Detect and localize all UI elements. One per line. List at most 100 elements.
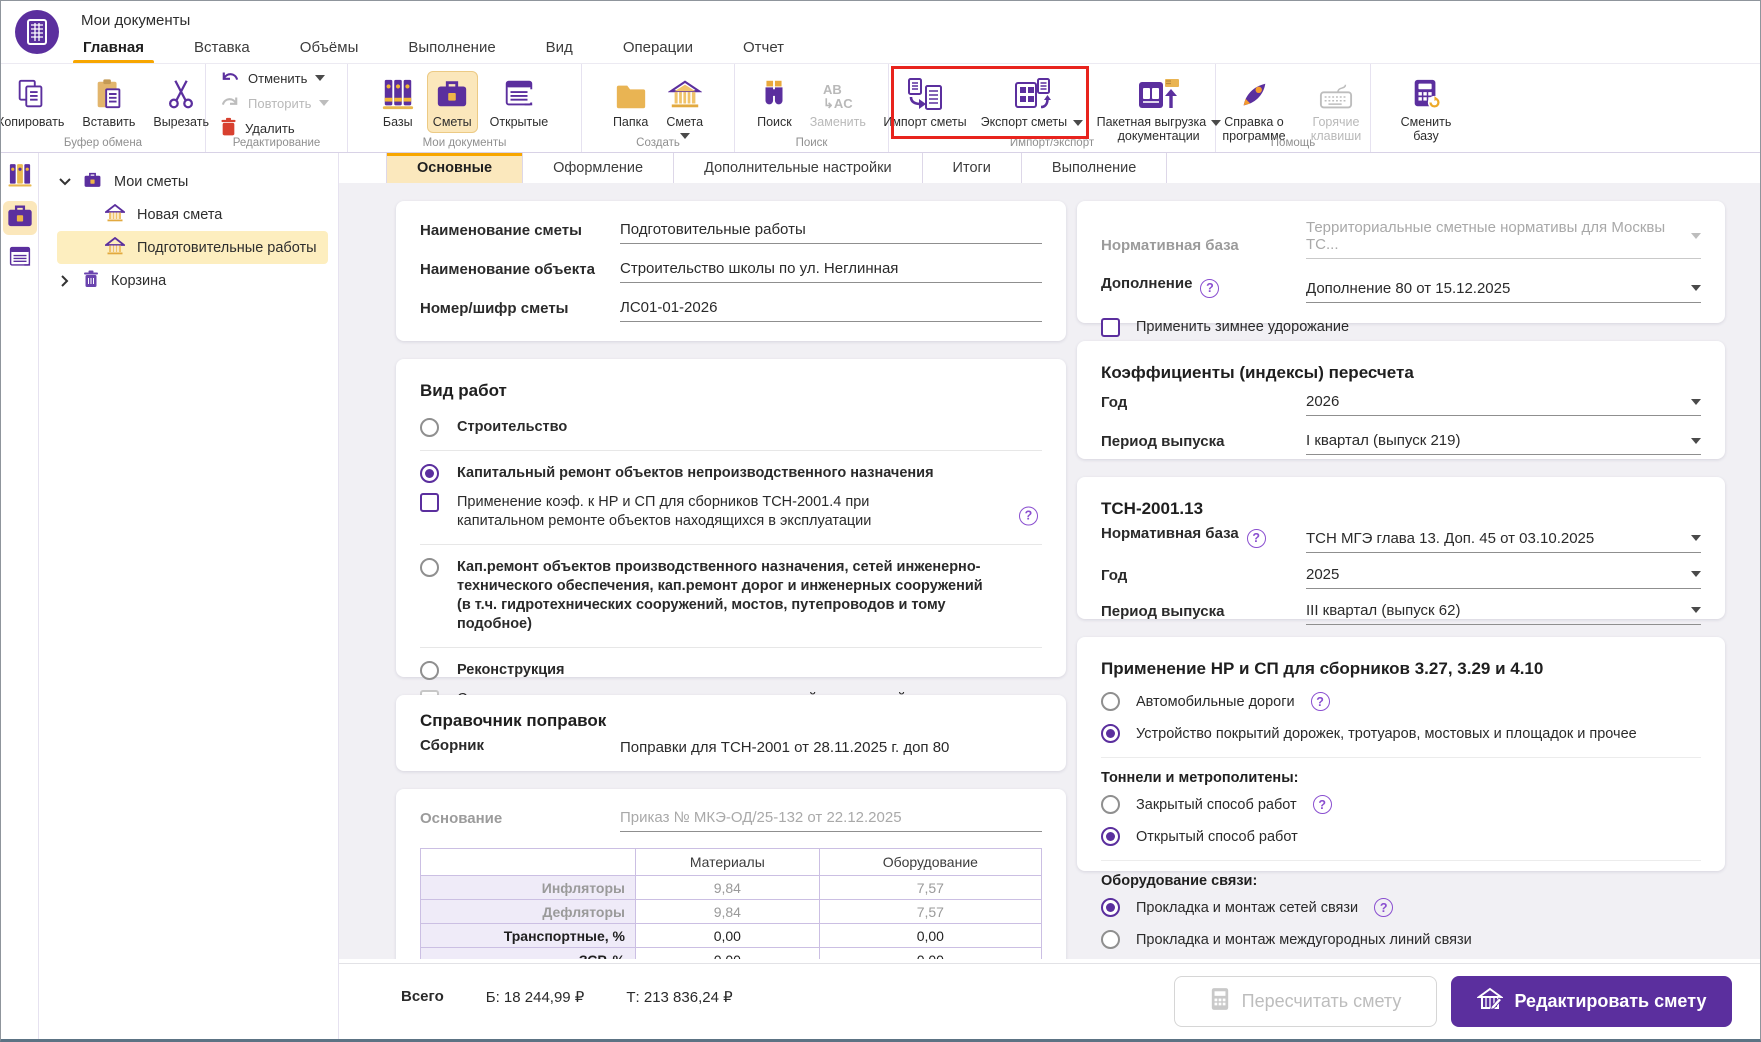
ribbon-tab-operacii[interactable]: Операции [621, 35, 695, 64]
basis-label: Основание [420, 810, 503, 827]
tsn-normbase-select[interactable]: ТСН МГЭ глава 13. Доп. 45 от 03.10.2025 [1306, 530, 1701, 553]
replace-button[interactable]: AB ↳AC Заменить [804, 71, 872, 133]
redo-dropdown-icon[interactable] [319, 100, 330, 106]
work-type-option-construction[interactable]: Строительство [420, 405, 1042, 450]
estimates-button[interactable]: Сметы [426, 71, 478, 133]
briefcase-icon [83, 171, 102, 193]
estimate-number-field[interactable]: ЛС01-01-2026 [620, 299, 1042, 322]
hotkeys-button[interactable]: Горячие клавиши [1298, 71, 1374, 147]
delete-button[interactable]: Удалить [220, 117, 347, 139]
tree-item-preparatory-works[interactable]: Подготовительные работы [57, 231, 328, 264]
tab-itogi[interactable]: Итоги [923, 153, 1022, 183]
radio-icon[interactable] [1101, 930, 1120, 949]
recalculate-button[interactable]: Пересчитать смету [1174, 976, 1437, 1027]
radio-icon[interactable] [420, 418, 439, 437]
collection-value[interactable]: Поправки для ТСН-2001 от 28.11.2025 г. д… [620, 739, 949, 756]
undo-button[interactable]: Отменить [220, 67, 347, 89]
undo-dropdown-icon[interactable] [315, 75, 326, 81]
totals: Всего Б: 18 244,99 ₽ Т: 213 836,24 ₽ [401, 988, 733, 1006]
period-select[interactable]: I квартал (выпуск 219) [1306, 432, 1701, 455]
estimate-name-field[interactable]: Подготовительные работы [620, 221, 1042, 244]
supplement-select[interactable]: Дополнение 80 от 15.12.2025 [1306, 280, 1701, 303]
about-button[interactable]: Справка о программе [1212, 71, 1296, 147]
ribbon-tab-vypolnenie[interactable]: Выполнение [406, 35, 497, 64]
import-icon [905, 75, 945, 111]
ribbon-tab-otchet[interactable]: Отчет [741, 35, 786, 64]
work-type-option-coef-checkbox[interactable]: Применение коэф. к НР и СП для сборников… [420, 487, 1042, 544]
radio-icon[interactable] [420, 661, 439, 680]
nrsp-card: Применение НР и СП для сборников 3.27, 3… [1077, 637, 1725, 949]
export-estimate-button[interactable]: Экспорт сметы [975, 71, 1089, 133]
help-icon[interactable]: ? [1312, 795, 1332, 814]
chevron-down-icon [1691, 607, 1701, 613]
object-name-field[interactable]: Строительство школы по ул. Неглинная [620, 260, 1042, 283]
nrsp-option-pavements[interactable]: Устройство покрытий дорожек, тротуаров, … [1101, 724, 1701, 743]
chevron-right-icon[interactable] [59, 274, 71, 287]
nrsp-option-comm-networks[interactable]: Прокладка и монтаж сетей связи ? [1101, 898, 1701, 917]
winter-costs-checkbox-row[interactable]: Применить зимнее удорожание [1101, 317, 1701, 337]
edit-estimate-button[interactable]: Редактировать смету [1451, 976, 1732, 1027]
tsn-period-select[interactable]: III квартал (выпуск 62) [1306, 602, 1701, 625]
tree-item-trash[interactable]: Корзина [39, 264, 338, 297]
normbase-select[interactable]: Территориальные сметные нормативы для Мо… [1306, 219, 1701, 259]
radio-icon[interactable] [1101, 692, 1120, 711]
toolbar: Копировать Вставить Вырезать Буфер обмен… [1, 63, 1760, 153]
help-icon[interactable]: ? [1200, 278, 1220, 298]
tsn-year-select[interactable]: 2025 [1306, 566, 1701, 589]
open-docs-button[interactable]: Открытые [484, 71, 555, 133]
ribbon-tab-glavnaya[interactable]: Главная [72, 35, 155, 64]
radio-checked-icon[interactable] [1101, 724, 1120, 743]
search-button[interactable]: Поиск [751, 71, 798, 133]
nrsp-option-roads[interactable]: Автомобильные дороги ? [1101, 692, 1701, 711]
change-base-button[interactable]: Сменить базу [1391, 71, 1461, 147]
paste-button[interactable]: Вставить [76, 71, 141, 133]
radio-checked-icon[interactable] [1101, 898, 1120, 917]
checkbox-icon[interactable] [420, 493, 439, 512]
tab-vypolnenie[interactable]: Выполнение [1022, 153, 1168, 183]
create-folder-button[interactable]: Папка [607, 71, 654, 133]
tab-oformlenie[interactable]: Оформление [523, 153, 675, 183]
nrsp-option-closed-method[interactable]: Закрытый способ работ ? [1101, 795, 1701, 814]
radio-checked-icon[interactable] [420, 464, 439, 483]
tree-item-label: Корзина [111, 272, 167, 289]
help-icon[interactable]: ? [1019, 506, 1038, 525]
rail-open-docs-button[interactable] [3, 242, 37, 276]
ribbon-tab-obemy[interactable]: Объёмы [298, 35, 361, 64]
chevron-down-icon[interactable] [59, 177, 71, 186]
work-type-option-capital-repair[interactable]: Капитальный ремонт объектов непроизводст… [420, 451, 1042, 487]
tree-item-new-estimate[interactable]: Новая смета [39, 198, 338, 231]
import-estimate-button[interactable]: Импорт сметы [877, 71, 972, 133]
supplement-label: Дополнение? [1101, 275, 1306, 303]
batch-export-button[interactable]: Пакетная выгрузка документации [1091, 71, 1227, 147]
toolbar-group-clipboard: Копировать Вставить Вырезать Буфер обмен… [1, 64, 209, 152]
basis-field[interactable]: Приказ № МКЭ-ОД/25-132 от 22.12.2025 [620, 809, 1042, 832]
rail-estimates-button[interactable] [2, 201, 37, 235]
bases-button[interactable]: Базы [375, 71, 421, 133]
help-icon[interactable]: ? [1310, 692, 1330, 711]
help-icon[interactable]: ? [1246, 528, 1266, 548]
copy-button[interactable]: Копировать [1, 71, 70, 133]
year-select[interactable]: 2026 [1306, 393, 1701, 416]
nrsp-option-intercity-lines[interactable]: Прокладка и монтаж междугородных линий с… [1101, 930, 1701, 949]
export-dropdown-icon[interactable] [1072, 120, 1083, 126]
cut-button[interactable]: Вырезать [147, 71, 215, 133]
tab-osnovnye[interactable]: Основные [386, 153, 524, 183]
rail-bases-button[interactable] [3, 160, 37, 194]
ribbon-tab-vid[interactable]: Вид [544, 35, 575, 64]
help-icon[interactable]: ? [1374, 898, 1394, 917]
estimate-house-icon [667, 75, 702, 111]
nrsp-option-open-method[interactable]: Открытый способ работ [1101, 827, 1701, 846]
radio-icon[interactable] [1101, 795, 1120, 814]
create-estimate-button[interactable]: Смета [660, 71, 709, 143]
work-type-option-reconstruction[interactable]: Реконструкция [420, 648, 1042, 684]
checkbox-icon[interactable] [1101, 317, 1120, 337]
work-type-option-industrial-repair[interactable]: Кап.ремонт объектов производственного на… [420, 545, 1042, 647]
tree-item-my-estimates[interactable]: Мои сметы [39, 165, 338, 198]
radio-checked-icon[interactable] [1101, 827, 1120, 846]
redo-button[interactable]: Повторить [220, 92, 347, 114]
table-row: Дефляторы 9,84 7,57 [420, 899, 1043, 924]
ribbon-tab-vstavka[interactable]: Вставка [192, 35, 252, 64]
table-corner-cell [420, 848, 636, 876]
radio-icon[interactable] [420, 558, 439, 577]
tab-dop-nastroyki[interactable]: Дополнительные настройки [674, 153, 923, 183]
